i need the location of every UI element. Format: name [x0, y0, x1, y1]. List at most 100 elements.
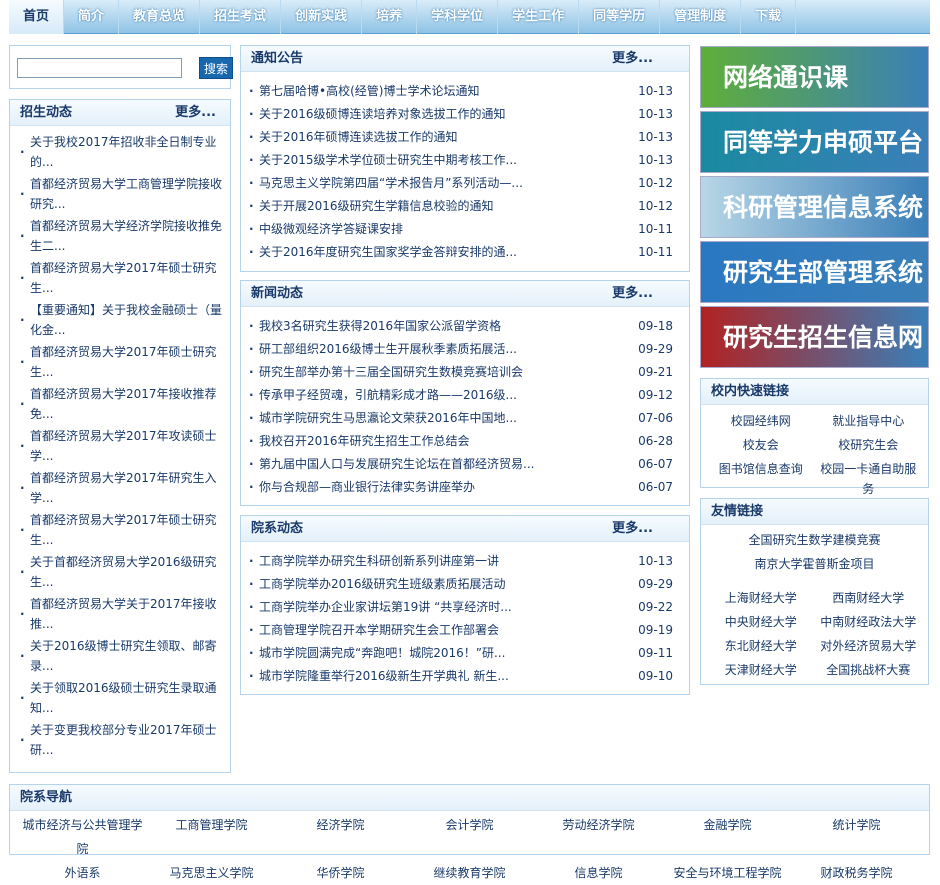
quick-link[interactable]: 校园一卡通自助服务	[815, 459, 923, 499]
department-link[interactable]: 工商管理学院	[147, 813, 276, 861]
news-item-title[interactable]: 工商学院举办企业家讲坛第19讲 “共享经济时...	[259, 596, 619, 619]
news-item-title[interactable]: 马克思主义学院第四届“学术报告月”系列活动—...	[259, 172, 619, 195]
recruit-item[interactable]: 首都经济贸易大学2017年硕士研究生...	[20, 510, 222, 552]
department-link[interactable]: 城市经济与公共管理学院	[18, 813, 147, 861]
friend-link[interactable]: 东北财经大学	[707, 636, 815, 656]
nav-item[interactable]: 首页	[9, 0, 65, 34]
friend-link[interactable]: 上海财经大学	[707, 588, 815, 608]
department-link[interactable]: 会计学院	[405, 813, 534, 861]
department-link[interactable]: 继续教育学院	[405, 861, 534, 885]
recruit-item[interactable]: 首都经济贸易大学2017年接收推荐免...	[20, 384, 222, 426]
department-link[interactable]: 统计学院	[792, 813, 921, 861]
search-button[interactable]: 搜索	[199, 57, 233, 79]
recruit-item[interactable]: 【重要通知】关于我校金融硕士（量化金...	[20, 300, 222, 342]
recruit-item[interactable]: 首都经济贸易大学2017年硕士研究生...	[20, 258, 222, 300]
news-item-title[interactable]: 工商学院举办研究生科研创新系列讲座第一讲	[259, 550, 619, 573]
news-item-title[interactable]: 城市学院隆重举行2016级新生开学典礼 新生...	[259, 665, 619, 688]
news-item[interactable]: 关于开展2016级研究生学籍信息校验的通知 10-12	[249, 195, 681, 218]
news-item-title[interactable]: 关于2016年度研究生国家奖学金答辩安排的通...	[259, 241, 619, 264]
banner-link[interactable]: 科研管理信息系统	[700, 176, 929, 238]
news-item-title[interactable]: 传承甲子经贸魂，引航精彩成才路——2016级...	[259, 384, 619, 407]
news-item-title[interactable]: 我校3名研究生获得2016年国家公派留学资格	[259, 315, 619, 338]
nav-item[interactable]: 管理制度	[660, 0, 742, 34]
news-item-title[interactable]: 研究生部举办第十三届全国研究生数模竞赛培训会	[259, 361, 619, 384]
news-item[interactable]: 城市学院隆重举行2016级新生开学典礼 新生... 09-10	[249, 665, 681, 688]
nav-item[interactable]: 同等学历	[579, 0, 661, 34]
nav-item[interactable]: 教育总览	[119, 0, 201, 34]
friend-link[interactable]: 西南财经大学	[815, 588, 923, 608]
news-item[interactable]: 关于2016年度研究生国家奖学金答辩安排的通... 10-11	[249, 241, 681, 264]
quick-link[interactable]: 校友会	[707, 435, 815, 455]
quick-link[interactable]: 就业指导中心	[815, 411, 923, 431]
notice-more-link[interactable]: 更多...	[612, 46, 653, 72]
nav-item[interactable]: 学生工作	[498, 0, 580, 34]
news-item[interactable]: 我校3名研究生获得2016年国家公派留学资格 09-18	[249, 315, 681, 338]
department-link[interactable]: 劳动经济学院	[534, 813, 663, 861]
recruit-item[interactable]: 首都经济贸易大学关于2017年接收推...	[20, 594, 222, 636]
news-item[interactable]: 工商学院举办研究生科研创新系列讲座第一讲 10-13	[249, 550, 681, 573]
news-item[interactable]: 研工部组织2016级博士生开展秋季素质拓展活... 09-29	[249, 338, 681, 361]
department-link[interactable]: 信息学院	[534, 861, 663, 885]
nav-item[interactable]: 创新实践	[281, 0, 363, 34]
news-item-title[interactable]: 第七届哈博•高校(经管)博士学术论坛通知	[259, 80, 619, 103]
nav-item[interactable]: 招生考试	[200, 0, 282, 34]
news-item[interactable]: 工商管理学院召开本学期研究生会工作部署会 09-19	[249, 619, 681, 642]
news-item[interactable]: 你与合规部—商业银行法律实务讲座举办 06-07	[249, 476, 681, 499]
recruit-item[interactable]: 首都经济贸易大学工商管理学院接收研究...	[20, 174, 222, 216]
news-item-title[interactable]: 关于开展2016级研究生学籍信息校验的通知	[259, 195, 619, 218]
news-more-link[interactable]: 更多...	[612, 281, 653, 307]
search-input[interactable]	[17, 58, 182, 78]
college-more-link[interactable]: 更多...	[612, 516, 653, 542]
recruit-item[interactable]: 关于2016级博士研究生领取、邮寄录...	[20, 636, 222, 678]
department-link[interactable]: 财政税务学院	[792, 861, 921, 885]
nav-item[interactable]: 简介	[64, 0, 120, 34]
quick-link[interactable]: 图书馆信息查询	[707, 459, 815, 499]
friend-link[interactable]: 南京大学霍普斯金项目	[701, 552, 928, 576]
recruit-item[interactable]: 首都经济贸易大学2017年硕士研究生...	[20, 342, 222, 384]
quick-link[interactable]: 校研究生会	[815, 435, 923, 455]
news-item-title[interactable]: 研工部组织2016级博士生开展秋季素质拓展活...	[259, 338, 619, 361]
news-item[interactable]: 关于2015级学术学位硕士研究生中期考核工作... 10-13	[249, 149, 681, 172]
friend-link[interactable]: 全国挑战杯大赛	[815, 660, 923, 680]
nav-item[interactable]: 培养	[362, 0, 418, 34]
news-item-title[interactable]: 中级微观经济学答疑课安排	[259, 218, 619, 241]
news-item[interactable]: 关于2016级硕博连读培养对象选拔工作的通知 10-13	[249, 103, 681, 126]
banner-link[interactable]: 研究生招生信息网	[700, 306, 929, 368]
banner-link[interactable]: 网络通识课	[700, 46, 929, 108]
friend-link[interactable]: 对外经济贸易大学	[815, 636, 923, 656]
department-link[interactable]: 华侨学院	[276, 861, 405, 885]
news-item[interactable]: 工商学院举办2016级研究生班级素质拓展活动 09-29	[249, 573, 681, 596]
news-item-title[interactable]: 关于2016年硕博连读选拔工作的通知	[259, 126, 619, 149]
news-item[interactable]: 城市学院圆满完成“奔跑吧！城院2016！”研... 09-11	[249, 642, 681, 665]
news-item[interactable]: 关于2016年硕博连读选拔工作的通知 10-13	[249, 126, 681, 149]
friend-link[interactable]: 中央财经大学	[707, 612, 815, 632]
recruit-more-link[interactable]: 更多...	[175, 100, 216, 126]
news-item-title[interactable]: 我校召开2016年研究生招生工作总结会	[259, 430, 619, 453]
nav-item[interactable]: 下载	[741, 0, 797, 34]
news-item-title[interactable]: 第九届中国人口与发展研究生论坛在首都经济贸易...	[259, 453, 619, 476]
recruit-item[interactable]: 关于领取2016级硕士研究生录取通知...	[20, 678, 222, 720]
quick-link[interactable]: 校园经纬网	[707, 411, 815, 431]
news-item-title[interactable]: 工商管理学院召开本学期研究生会工作部署会	[259, 619, 619, 642]
recruit-item[interactable]: 关于变更我校部分专业2017年硕士研...	[20, 720, 222, 762]
news-item[interactable]: 工商学院举办企业家讲坛第19讲 “共享经济时... 09-22	[249, 596, 681, 619]
banner-link[interactable]: 同等学力申硕平台	[700, 111, 929, 173]
news-item[interactable]: 中级微观经济学答疑课安排 10-11	[249, 218, 681, 241]
news-item[interactable]: 城市学院研究生马思瀛论文荣获2016年中国地... 07-06	[249, 407, 681, 430]
news-item[interactable]: 研究生部举办第十三届全国研究生数模竞赛培训会 09-21	[249, 361, 681, 384]
department-link[interactable]: 金融学院	[663, 813, 792, 861]
news-item[interactable]: 第九届中国人口与发展研究生论坛在首都经济贸易... 06-07	[249, 453, 681, 476]
recruit-item[interactable]: 关于我校2017年招收非全日制专业的...	[20, 132, 222, 174]
department-link[interactable]: 经济学院	[276, 813, 405, 861]
news-item-title[interactable]: 城市学院研究生马思瀛论文荣获2016年中国地...	[259, 407, 619, 430]
news-item-title[interactable]: 你与合规部—商业银行法律实务讲座举办	[259, 476, 619, 499]
recruit-item[interactable]: 首都经济贸易大学经济学院接收推免生二...	[20, 216, 222, 258]
news-item[interactable]: 传承甲子经贸魂，引航精彩成才路——2016级... 09-12	[249, 384, 681, 407]
news-item-title[interactable]: 关于2015级学术学位硕士研究生中期考核工作...	[259, 149, 619, 172]
news-item[interactable]: 我校召开2016年研究生招生工作总结会 06-28	[249, 430, 681, 453]
banner-link[interactable]: 研究生部管理系统	[700, 241, 929, 303]
recruit-item[interactable]: 首都经济贸易大学2017年攻读硕士学...	[20, 426, 222, 468]
nav-item[interactable]: 学科学位	[417, 0, 499, 34]
friend-link[interactable]: 天津财经大学	[707, 660, 815, 680]
friend-link[interactable]: 中南财经政法大学	[815, 612, 923, 632]
